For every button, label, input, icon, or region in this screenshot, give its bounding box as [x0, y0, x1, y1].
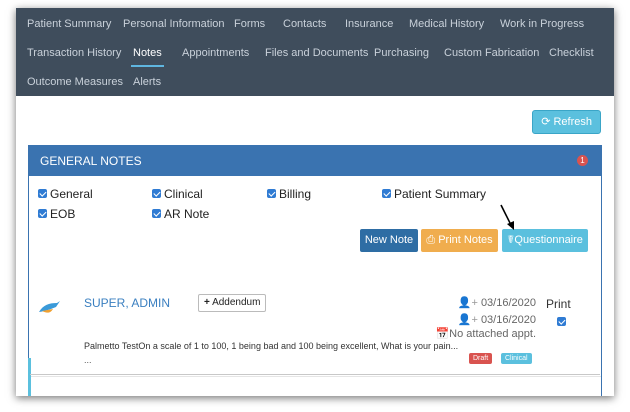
note-created: 👤+ 03/16/2020: [458, 296, 536, 309]
tab-checklist[interactable]: Checklist: [549, 47, 594, 59]
printer-icon: ⎙: [426, 234, 436, 246]
clinical-tag: Clinical: [501, 353, 532, 364]
tab-alerts[interactable]: Alerts: [133, 76, 161, 88]
user-add-icon: 👤+: [457, 297, 478, 309]
filter-eob[interactable]: EOB: [38, 207, 75, 221]
annotation-arrow-icon: [500, 204, 514, 230]
refresh-icon: ⟳: [541, 116, 551, 128]
calendar-icon: 📅: [435, 328, 450, 340]
checkbox-checked-icon: [267, 189, 276, 198]
filter-label: AR Note: [164, 207, 210, 221]
tab-purchasing[interactable]: Purchasing: [374, 47, 429, 59]
user-add-icon: 👤+: [457, 314, 478, 326]
filter-label: Patient Summary: [394, 187, 487, 201]
tab-custom-fabrication[interactable]: Custom Fabrication: [444, 47, 539, 59]
filter-ar-note[interactable]: AR Note: [152, 207, 209, 221]
filter-billing[interactable]: Billing: [267, 187, 311, 201]
tab-forms[interactable]: Forms: [234, 18, 265, 30]
created-date: 03/16/2020: [480, 297, 536, 309]
refresh-button[interactable]: ⟳ Refresh: [532, 110, 601, 134]
print-notes-button[interactable]: ⎙ Print Notes: [421, 229, 498, 252]
filter-clinical[interactable]: Clinical: [152, 187, 203, 201]
note-ellipsis: ...: [84, 355, 92, 365]
notes-count-badge: 1: [577, 155, 588, 166]
patient-tab-nav: Patient Summary Personal Information For…: [16, 8, 614, 96]
notes-content: ⟳ Refresh GENERAL NOTES 1 General Clinic…: [16, 96, 614, 396]
panel-header: GENERAL NOTES 1: [29, 146, 601, 176]
print-checkbox[interactable]: [557, 317, 566, 326]
new-note-button[interactable]: New Note: [360, 229, 418, 252]
tab-insurance[interactable]: Insurance: [345, 18, 393, 30]
addendum-button[interactable]: + Addendum: [198, 294, 267, 312]
tab-contacts[interactable]: Contacts: [283, 18, 326, 30]
questionnaire-label: Questionnaire: [514, 234, 583, 246]
filter-label: Clinical: [164, 187, 203, 201]
note-accent-stripe: [28, 358, 31, 396]
appointment-text: No attached appt.: [449, 328, 536, 340]
print-label: Print: [546, 297, 571, 311]
checkbox-checked-icon: [38, 209, 47, 218]
tab-work-in-progress[interactable]: Work in Progress: [500, 18, 584, 30]
kingfisher-logo-icon: [39, 301, 60, 313]
filter-label: General: [50, 187, 93, 201]
filter-patient-summary[interactable]: Patient Summary: [382, 187, 486, 201]
checkbox-checked-icon: [382, 189, 391, 198]
addendum-label: Addendum: [212, 297, 261, 308]
note-modified: 👤+ 03/16/2020: [458, 313, 536, 326]
tab-patient-summary[interactable]: Patient Summary: [27, 18, 111, 30]
note-appointment: 📅No attached appt.: [435, 327, 536, 340]
tab-appointments[interactable]: Appointments: [182, 47, 249, 59]
filter-general[interactable]: General: [38, 187, 93, 201]
note-author[interactable]: SUPER, ADMIN: [84, 296, 170, 310]
divider: [31, 376, 601, 377]
checkbox-checked-icon: [152, 189, 161, 198]
checkbox-checked-icon: [152, 209, 161, 218]
note-divider: [30, 374, 600, 375]
tab-transaction-history[interactable]: Transaction History: [27, 47, 121, 59]
filter-label: Billing: [279, 187, 312, 201]
panel-title: GENERAL NOTES: [40, 154, 142, 168]
checkbox-checked-icon: [38, 189, 47, 198]
tab-files-and-documents[interactable]: Files and Documents: [265, 47, 368, 59]
filter-label: EOB: [50, 207, 76, 221]
modified-date: 03/16/2020: [480, 314, 536, 326]
tab-notes[interactable]: Notes: [131, 47, 164, 67]
app-frame: Patient Summary Personal Information For…: [16, 8, 614, 396]
draft-tag: Draft: [469, 353, 493, 364]
tab-outcome-measures[interactable]: Outcome Measures: [27, 76, 123, 88]
tab-medical-history[interactable]: Medical History: [409, 18, 484, 30]
print-notes-label: Print Notes: [438, 234, 493, 246]
note-text: Palmetto TestOn a scale of 1 to 100, 1 b…: [84, 341, 459, 351]
plus-icon: +: [204, 297, 210, 308]
tab-personal-information[interactable]: Personal Information: [123, 18, 225, 30]
refresh-label: Refresh: [553, 116, 592, 128]
